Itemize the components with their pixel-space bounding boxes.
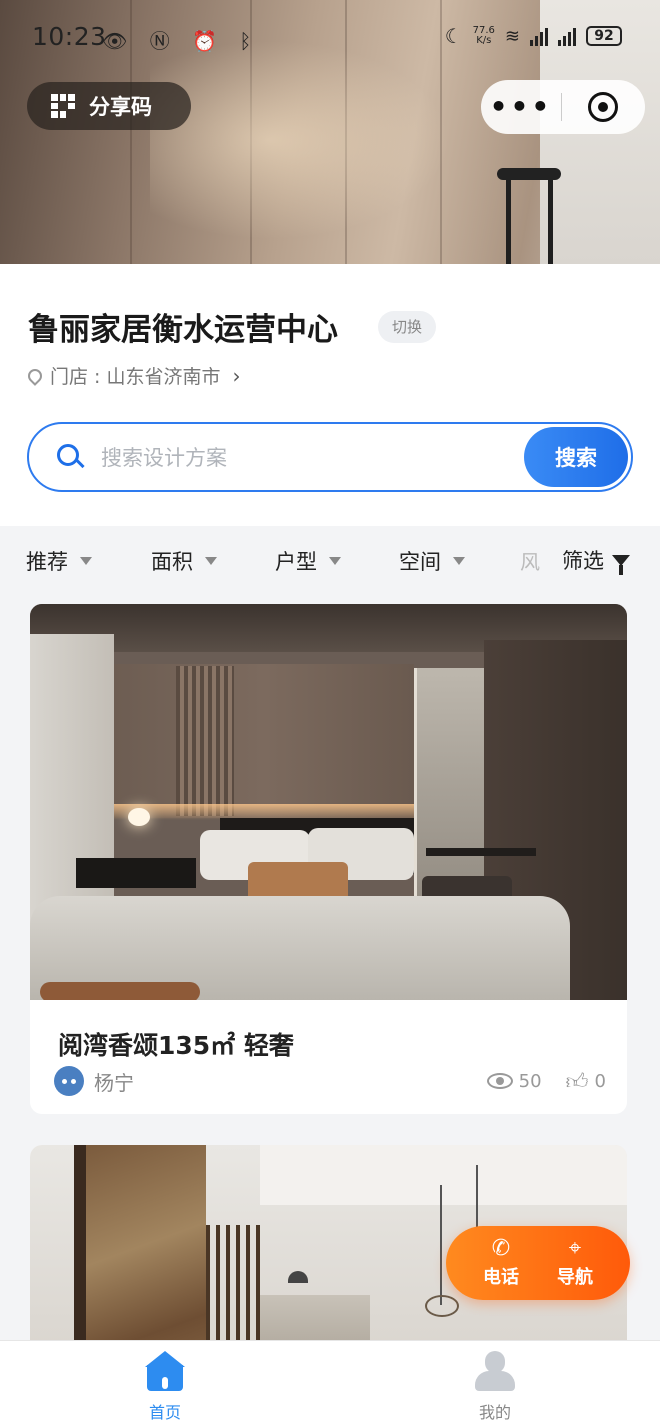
miniprogram-capsule: ••• [481,80,645,134]
search-bar: 搜索设计方案 搜索 [27,422,633,492]
tab-me[interactable]: 我的 [435,1351,555,1423]
tab-me-label: 我的 [478,1403,511,1422]
store-address: 门店 : 山东省济南市 [50,366,221,388]
design-meta: 杨宁 50 👍︎ 0 [54,1066,606,1096]
view-count: 50 [486,1070,542,1092]
filter-style-clipped[interactable]: 风 [520,546,540,575]
status-time: 10:23 [32,22,107,51]
filter-recommend[interactable]: 推荐 [26,546,92,576]
tab-home[interactable]: 首页 [105,1351,225,1423]
network-speed: 77.6 K/s [473,26,495,46]
caret-down-icon [205,557,217,565]
navigation-button[interactable]: ⌖ 导航 [557,1237,593,1289]
home-icon [145,1351,185,1391]
filter-label: 户型 [275,550,317,574]
qr-code-icon [51,94,75,118]
caret-down-icon [329,557,341,565]
search-input[interactable]: 搜索设计方案 [101,442,524,472]
bar-stool [497,168,561,180]
status-bar: 10:23 👁 Ⓝ ⏰ ᛒ ☾ 77.6 K/s ≋ 92 [0,0,660,76]
signal-icon [530,26,548,46]
filter-space[interactable]: 空间 [399,546,465,576]
like-count-value: 0 [594,1070,606,1092]
contact-fab: ✆ 电话 ⌖ 导航 [446,1226,630,1300]
search-button[interactable]: 搜索 [524,427,628,487]
signal-icon [558,26,576,46]
user-icon [475,1351,515,1391]
navigation-icon: ⌖ [568,1236,582,1261]
filter-label: 面积 [151,550,193,574]
tab-home-label: 首页 [148,1403,181,1422]
designer-name: 杨宁 [94,1070,134,1095]
like-button[interactable]: 👍︎ 0 [566,1068,606,1095]
design-title: 阅湾香颂135㎡ 轻奢 [58,1031,294,1060]
hero-banner: 10:23 👁 Ⓝ ⏰ ᛒ ☾ 77.6 K/s ≋ 92 分享码 ••• [0,0,660,264]
bar-stool-leg [548,180,553,264]
filter-layout[interactable]: 户型 [275,546,341,576]
store-address-link[interactable]: 门店 : 山东省济南市 › [25,362,241,389]
close-miniprogram-button[interactable] [562,92,644,122]
filter-label: 推荐 [26,550,68,574]
switch-store-button[interactable]: 切换 [378,311,437,343]
network-speed-unit: K/s [476,35,492,46]
share-code-button[interactable]: 分享码 [27,82,191,130]
search-icon [57,444,85,470]
bottom-tab-bar: 首页 我的 [0,1340,660,1425]
battery-icon: 92 [586,26,622,46]
store-section: 鲁丽家居衡水运营中心 切换 门店 : 山东省济南市 › 搜索设计方案 搜索 [0,264,660,526]
more-dots-icon[interactable]: ••• [481,93,561,121]
avatar [54,1066,84,1096]
bar-stool-leg [506,180,511,264]
chevron-right-icon: › [232,363,241,388]
view-count-value: 50 [518,1070,542,1092]
thumb-up-icon: 👍︎ [565,1069,589,1095]
wifi-icon: ≋ [504,25,520,47]
eye-icon [486,1073,513,1089]
filter-area[interactable]: 面积 [151,546,217,576]
design-card[interactable]: 阅湾香颂135㎡ 轻奢 杨宁 50 👍︎ 0 [30,604,627,1114]
caret-down-icon [453,557,465,565]
phone-button[interactable]: ✆ 电话 [483,1237,519,1289]
status-left-icons: 👁 Ⓝ ⏰ ᛒ [102,29,260,53]
screen-filter-label: 筛选 [562,549,604,573]
status-right-icons: ☾ 77.6 K/s ≋ 92 [445,24,622,48]
navigation-label: 导航 [557,1267,593,1288]
moon-icon: ☾ [444,24,463,48]
design-cover-image[interactable] [30,604,627,1000]
filter-bar: 推荐 面积 户型 空间 风 筛选 [0,526,660,596]
filter-label: 空间 [399,550,441,574]
location-pin-icon [25,365,45,386]
share-code-label: 分享码 [89,95,152,119]
close-circle-icon [588,92,618,122]
store-name: 鲁丽家居衡水运营中心 [28,312,338,348]
screen-filter-button[interactable]: 筛选 [550,534,660,586]
phone-label: 电话 [483,1267,519,1288]
caret-down-icon [80,557,92,565]
filter-funnel-icon [612,554,630,575]
phone-icon: ✆ [491,1236,511,1261]
